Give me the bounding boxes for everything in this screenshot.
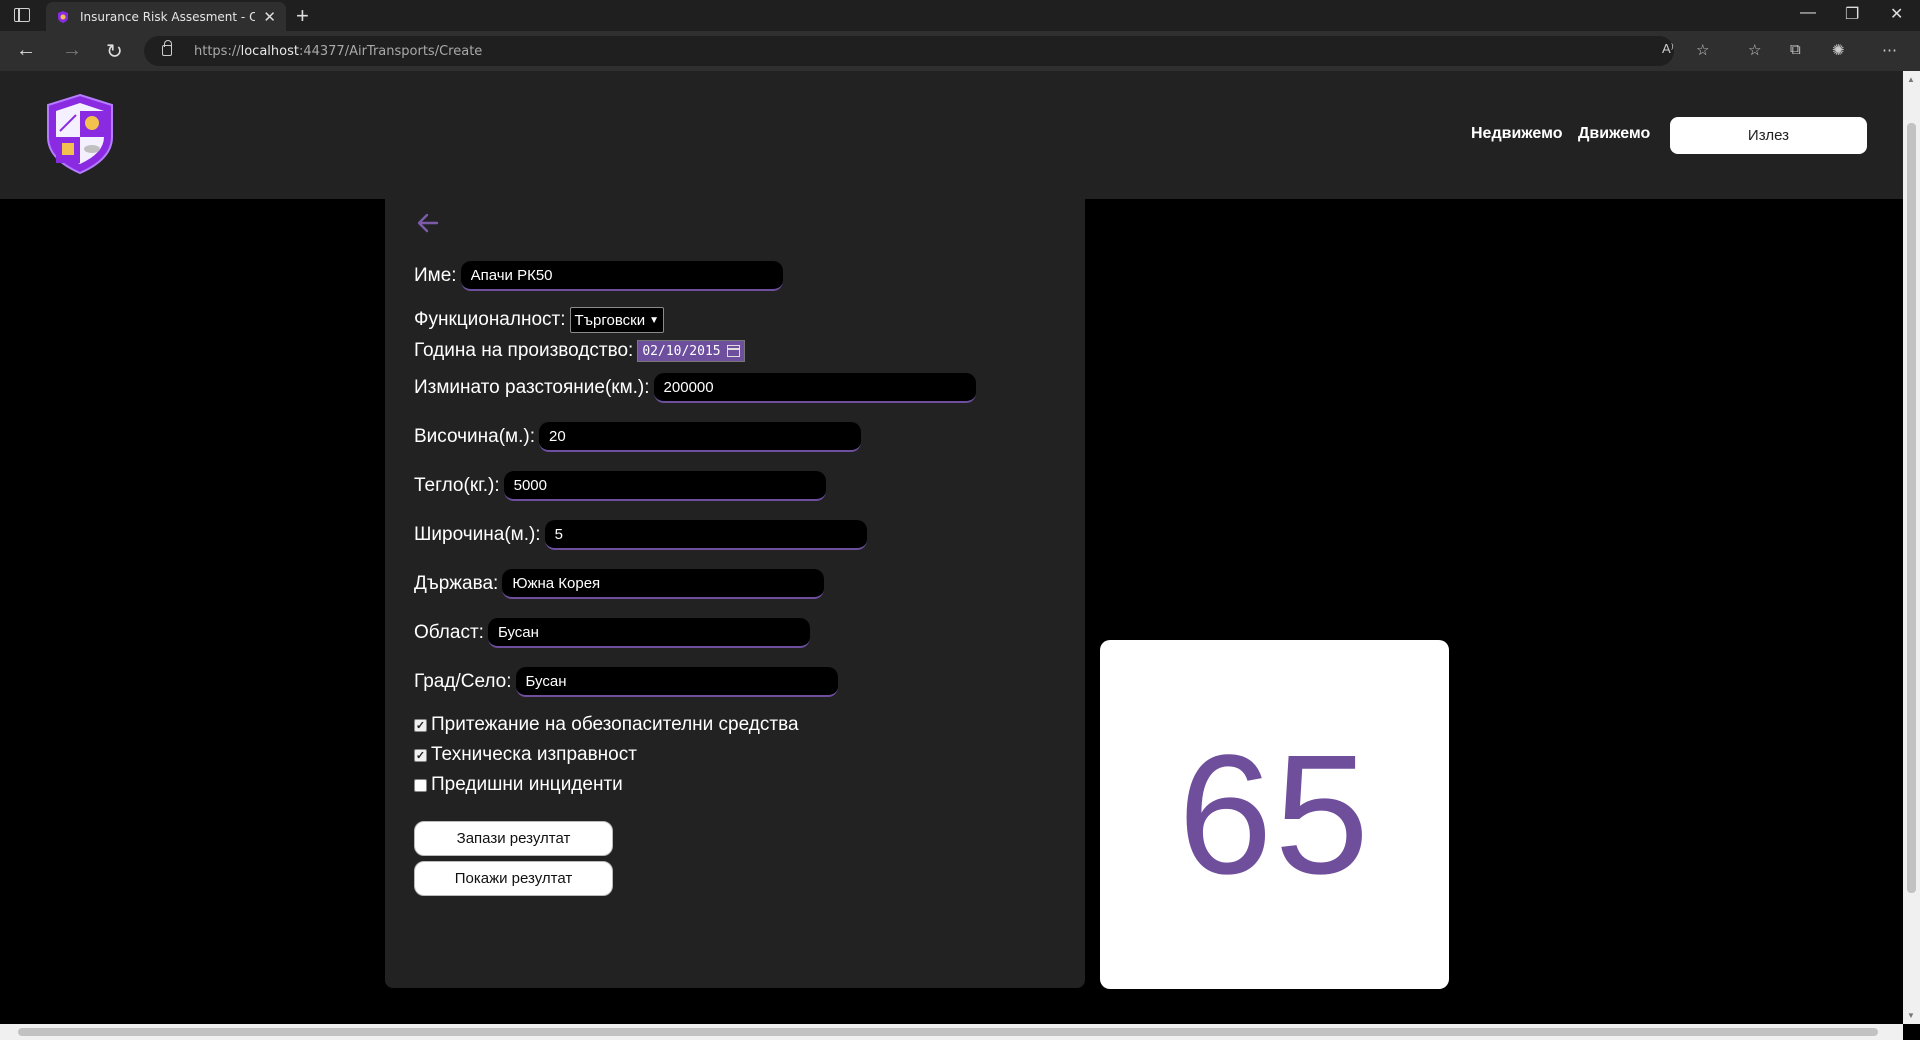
- city-input[interactable]: [515, 667, 838, 697]
- height-row: Височина(м.):: [414, 422, 861, 452]
- risk-score-card: 65: [1100, 640, 1449, 989]
- incidents-check-row: Предишни инциденти: [414, 774, 623, 796]
- favorites-icon[interactable]: ☆: [1748, 41, 1761, 59]
- safety-check-row: ✓ Притежание на обезопасителни средства: [414, 714, 799, 736]
- region-label: Област:: [414, 622, 484, 643]
- name-row: Име:: [414, 261, 783, 291]
- technical-check-row: ✓ Техническа изправност: [414, 744, 637, 766]
- address-bar[interactable]: https://localhost:44377/AirTransports/Cr…: [144, 36, 1674, 66]
- technical-checkbox[interactable]: ✓: [414, 748, 427, 762]
- scroll-up-icon[interactable]: ▲: [1907, 75, 1915, 84]
- year-value: 02/10/2015: [642, 343, 721, 359]
- weight-row: Тегло(кг.):: [414, 471, 826, 501]
- functionality-select[interactable]: Търговски ▼: [569, 307, 665, 333]
- region-row: Област:: [414, 618, 810, 648]
- safety-check-label[interactable]: Притежание на обезопасителни средства: [431, 714, 799, 736]
- nav-link-real-estate[interactable]: Недвижемо: [1471, 125, 1563, 143]
- show-result-button[interactable]: Покажи резултат: [414, 861, 613, 896]
- site-header: Недвижемо Движемо Излез: [0, 71, 1903, 199]
- forward-icon[interactable]: →: [62, 39, 82, 62]
- incidents-checkbox[interactable]: [414, 778, 427, 792]
- height-input[interactable]: [539, 422, 861, 452]
- height-label: Височина(м.):: [414, 426, 535, 447]
- site-favicon-icon: [58, 10, 68, 23]
- calendar-icon[interactable]: [726, 345, 740, 357]
- functionality-row: Функционалност: Търговски ▼: [414, 307, 665, 333]
- incidents-check-label[interactable]: Предишни инциденти: [431, 774, 623, 796]
- safety-checkbox[interactable]: ✓: [414, 718, 427, 732]
- name-input[interactable]: [460, 261, 783, 291]
- year-date-input[interactable]: 02/10/2015: [637, 340, 745, 362]
- city-label: Град/Село:: [414, 671, 512, 692]
- more-icon[interactable]: ⋯: [1882, 41, 1897, 59]
- new-tab-icon[interactable]: +: [296, 3, 309, 29]
- chevron-down-icon: ▼: [649, 314, 660, 326]
- width-row: Широчина(м.):: [414, 520, 867, 550]
- collections-icon[interactable]: ⧉: [1790, 41, 1801, 58]
- back-icon[interactable]: ←: [16, 39, 36, 62]
- nav-link-movable[interactable]: Движемо: [1578, 125, 1650, 143]
- browser-tabbar: Insurance Risk Assesment - Оце ✕ + — ❐ ✕: [0, 0, 1920, 31]
- restore-icon[interactable]: ❐: [1845, 4, 1859, 24]
- name-label: Име:: [414, 265, 457, 286]
- technical-check-label[interactable]: Техническа изправност: [431, 744, 637, 766]
- country-row: Държава:: [414, 569, 825, 599]
- logout-button[interactable]: Излез: [1670, 117, 1867, 154]
- distance-label: Изминато разстояние(км.):: [414, 377, 650, 398]
- year-row: Година на производство: 02/10/2015: [414, 340, 745, 362]
- extensions-icon[interactable]: ✺: [1832, 41, 1845, 59]
- browser-toolbar: ← → ↻ https://localhost:44377/AirTranspo…: [0, 31, 1920, 71]
- country-input[interactable]: [502, 569, 825, 599]
- refresh-icon[interactable]: ↻: [106, 39, 123, 64]
- air-transport-form: Име: Функционалност: Търговски ▼ Година …: [385, 199, 1085, 988]
- scroll-down-icon[interactable]: ▼: [1907, 1011, 1915, 1020]
- functionality-label: Функционалност:: [414, 309, 566, 330]
- vertical-scrollbar[interactable]: ▲ ▼: [1903, 71, 1920, 1024]
- save-result-button[interactable]: Запази резултат: [414, 821, 613, 856]
- city-row: Град/Село:: [414, 667, 838, 697]
- region-input[interactable]: [487, 618, 810, 648]
- horizontal-scroll-thumb[interactable]: [18, 1028, 1878, 1036]
- weight-input[interactable]: [503, 471, 826, 501]
- horizontal-scrollbar[interactable]: [0, 1024, 1903, 1040]
- add-favorite-icon[interactable]: ☆: [1696, 41, 1709, 59]
- read-aloud-icon[interactable]: A⁾: [1662, 41, 1674, 57]
- close-tab-icon[interactable]: ✕: [263, 8, 276, 26]
- url-text[interactable]: https://localhost:44377/AirTransports/Cr…: [194, 44, 482, 59]
- vertical-scroll-thumb[interactable]: [1907, 123, 1916, 893]
- distance-row: Изминато разстояние(км.):: [414, 373, 976, 403]
- tab-title: Insurance Risk Assesment - Оце: [80, 9, 256, 24]
- country-label: Държава:: [414, 573, 499, 594]
- back-arrow-icon[interactable]: [415, 211, 441, 235]
- shield-logo-icon[interactable]: [44, 93, 116, 175]
- width-input[interactable]: [544, 520, 867, 550]
- browser-tab[interactable]: Insurance Risk Assesment - Оце ✕: [46, 2, 286, 31]
- risk-score-value: 65: [1177, 719, 1372, 910]
- window-close-icon[interactable]: ✕: [1890, 4, 1903, 24]
- width-label: Широчина(м.):: [414, 524, 541, 545]
- minimize-icon[interactable]: —: [1800, 4, 1816, 22]
- functionality-value: Търговски: [574, 311, 646, 329]
- weight-label: Тегло(кг.):: [414, 475, 500, 496]
- year-label: Година на производство:: [414, 340, 634, 361]
- lock-icon[interactable]: [162, 40, 172, 56]
- distance-input[interactable]: [653, 373, 976, 403]
- tab-actions-icon[interactable]: [14, 8, 30, 22]
